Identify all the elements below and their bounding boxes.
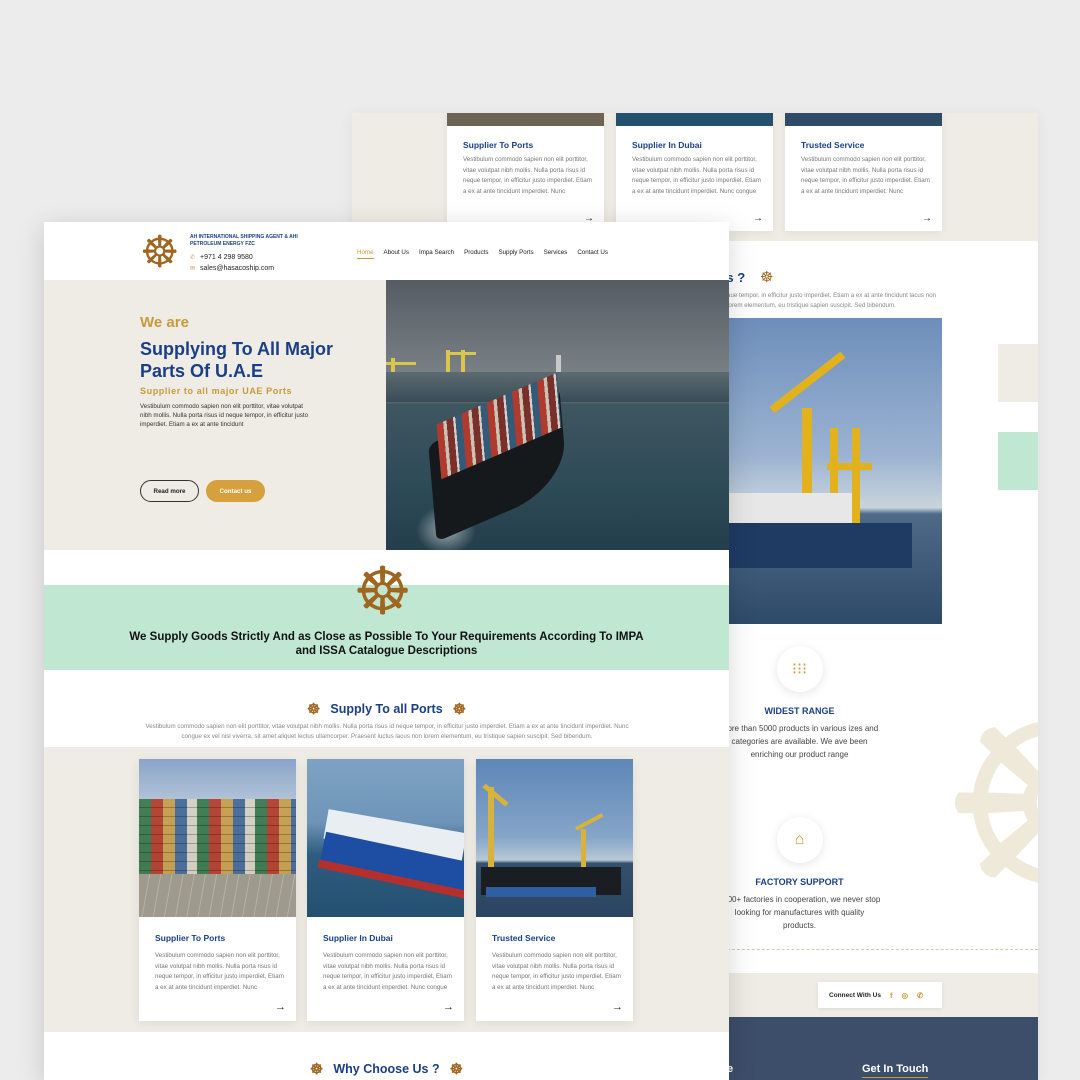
card-text: Vestibulum commodo sapien non elit portt… bbox=[463, 156, 592, 195]
why-title: Why Choose Us ? bbox=[333, 1062, 440, 1076]
supply-section-heading: ☸ Supply To all Ports ☸ bbox=[44, 700, 729, 718]
card-text: Vestibulum commodo sapien non elit portt… bbox=[323, 952, 452, 991]
email-address: sales@hasacoship.com bbox=[200, 265, 275, 272]
nav-products[interactable]: Products bbox=[464, 249, 488, 259]
hero-title: Supplying To All Major Parts Of U.A.E bbox=[140, 339, 333, 381]
ship-wheel-watermark-icon: ☸ bbox=[937, 673, 1038, 943]
card-title: Supplier In Dubai bbox=[323, 933, 393, 943]
supply-text: Vestibulum commodo sapien non elit portt… bbox=[145, 723, 629, 740]
company-name: AH INTERNATIONAL SHIPPING AGENT & AHI PE… bbox=[190, 234, 298, 247]
why-section-heading: ☸ Why Choose Us ? ☸ bbox=[44, 1060, 729, 1078]
card-supplier-dubai[interactable]: Supplier In Dubai Vestibulum commodo sap… bbox=[307, 759, 464, 1021]
feature-title: FACTORY SUPPORT bbox=[755, 877, 844, 887]
feature-factory-support: ⌂ FACTORY SUPPORT 1000+ factories in coo… bbox=[712, 817, 887, 932]
container-yard-image bbox=[139, 759, 296, 917]
arrow-right-icon[interactable]: → bbox=[612, 1001, 623, 1013]
instagram-icon[interactable]: ◎ bbox=[901, 991, 908, 1000]
nav-home[interactable]: Home bbox=[357, 249, 374, 259]
tanker-ship-image bbox=[307, 759, 464, 917]
card-supplier-ports[interactable]: Supplier To Ports Vestibulum commodo sap… bbox=[139, 759, 296, 1021]
ship-wheel-icon: ☸ bbox=[306, 701, 321, 718]
site-header: ☸ AH INTERNATIONAL SHIPPING AGENT & AHI … bbox=[44, 222, 729, 280]
side-block bbox=[998, 344, 1038, 402]
nav-about-us[interactable]: About Us bbox=[384, 249, 409, 259]
footer-get-in-touch: Get In Touch bbox=[862, 1063, 929, 1078]
card-image bbox=[785, 113, 942, 126]
read-more-button[interactable]: Read more bbox=[140, 480, 199, 502]
divider bbox=[712, 949, 1038, 950]
card-title: Trusted Service bbox=[801, 140, 865, 150]
card-image bbox=[447, 113, 604, 126]
grid-icon: ⁝⁝⁝ bbox=[776, 646, 823, 692]
ship-wheel-logo-icon[interactable]: ☸ bbox=[140, 231, 179, 275]
email-icon: ✉ bbox=[190, 266, 196, 272]
card-title: Supplier To Ports bbox=[463, 140, 534, 150]
connect-label: Connect With Us bbox=[829, 991, 881, 999]
card-text: Vestibulum commodo sapien non elit portt… bbox=[155, 952, 284, 991]
feature-text: 1000+ factories in cooperation, we never… bbox=[718, 895, 881, 930]
mission-text: We Supply Goods Strictly And as Close as… bbox=[129, 631, 644, 657]
feature-title: WIDEST RANGE bbox=[764, 706, 835, 716]
card-text: Vestibulum commodo sapien non elit portt… bbox=[492, 952, 621, 991]
nav-contact-us[interactable]: Contact Us bbox=[577, 249, 608, 259]
hero-text: Vestibulum commodo sapien non elit portt… bbox=[140, 403, 309, 428]
crane-image bbox=[712, 318, 942, 624]
contact-us-button[interactable]: Contact us bbox=[206, 480, 265, 502]
hero-ship-image bbox=[386, 280, 729, 550]
port-crane-image bbox=[476, 759, 633, 917]
card-text: Vestibulum commodo sapien non elit portt… bbox=[632, 156, 761, 195]
phone-contact[interactable]: ✆ +971 4 298 9580 bbox=[190, 254, 253, 261]
ship-wheel-icon: ☸ bbox=[452, 701, 467, 718]
feature-widest-range: ⁝⁝⁝ WIDEST RANGE More than 5000 products… bbox=[712, 646, 887, 761]
back-card-trusted-service[interactable]: Trusted Service Vestibulum commodo sapie… bbox=[785, 113, 942, 231]
card-text: Vestibulum commodo sapien non elit portt… bbox=[801, 156, 930, 195]
phone-number: +971 4 298 9580 bbox=[200, 254, 253, 261]
front-page-mockup: ☸ AH INTERNATIONAL SHIPPING AGENT & AHI … bbox=[44, 222, 729, 1080]
arrow-right-icon[interactable]: → bbox=[275, 1001, 286, 1013]
email-contact[interactable]: ✉ sales@hasacoship.com bbox=[190, 265, 274, 272]
main-nav: Home About Us Impa Search Products Suppl… bbox=[357, 249, 608, 259]
card-trusted-service[interactable]: Trusted Service Vestibulum commodo sapie… bbox=[476, 759, 633, 1021]
hero-kicker: We are bbox=[140, 314, 189, 331]
connect-with-us: Connect With Us f ◎ ✆ bbox=[818, 982, 942, 1008]
card-title: Supplier In Dubai bbox=[632, 140, 702, 150]
nav-services[interactable]: Services bbox=[544, 249, 568, 259]
back-card-supplier-ports[interactable]: Supplier To Ports Vestibulum commodo sap… bbox=[447, 113, 604, 231]
factory-icon: ⌂ bbox=[776, 817, 823, 863]
card-title: Supplier To Ports bbox=[155, 933, 226, 943]
whatsapp-icon[interactable]: ✆ bbox=[917, 991, 923, 1000]
ship-wheel-icon: ☸ bbox=[353, 554, 413, 628]
back-card-supplier-dubai[interactable]: Supplier In Dubai Vestibulum commodo sap… bbox=[616, 113, 773, 231]
feature-text: More than 5000 products in various izes … bbox=[720, 724, 879, 759]
phone-icon: ✆ bbox=[190, 255, 196, 261]
nav-impa-search[interactable]: Impa Search bbox=[419, 249, 454, 259]
card-image bbox=[616, 113, 773, 126]
card-title: Trusted Service bbox=[492, 933, 556, 943]
ship-wheel-icon: ☸ bbox=[309, 1061, 324, 1078]
ship-wheel-icon: ☸ bbox=[449, 1061, 464, 1078]
side-block-mint bbox=[998, 432, 1038, 490]
arrow-right-icon[interactable]: → bbox=[443, 1001, 454, 1013]
supply-title: Supply To all Ports bbox=[330, 702, 443, 716]
hero-subtitle: Supplier to all major UAE Ports bbox=[140, 386, 293, 396]
nav-supply-ports[interactable]: Supply Ports bbox=[498, 249, 533, 259]
ship-wheel-icon: ☸ bbox=[760, 269, 774, 286]
facebook-icon[interactable]: f bbox=[890, 991, 893, 1000]
why-text: aue tempor, in efficitur justo imperdiet… bbox=[727, 292, 936, 309]
arrow-right-icon[interactable]: → bbox=[753, 213, 763, 224]
arrow-right-icon[interactable]: → bbox=[922, 213, 932, 224]
